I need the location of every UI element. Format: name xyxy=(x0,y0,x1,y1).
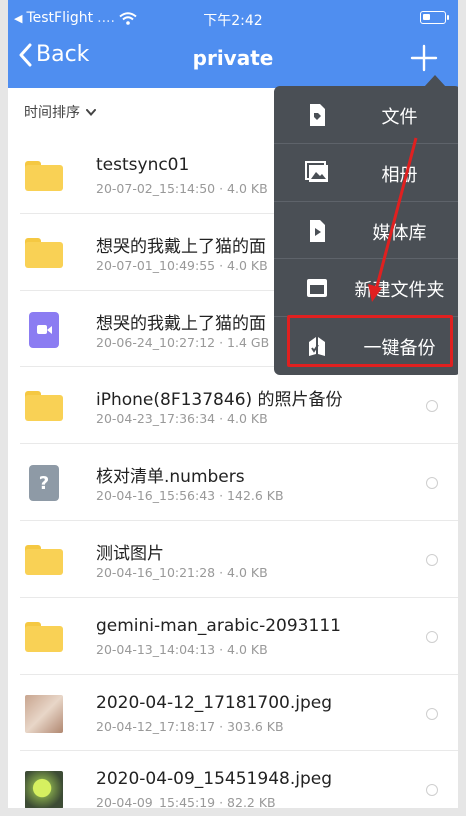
file-meta: 20-07-02_15:14:50 · 4.0 KB xyxy=(96,181,268,196)
file-name: testsync01 xyxy=(96,155,190,175)
file-name: 2020-04-09_15451948.jpeg xyxy=(96,769,332,790)
media-library-icon xyxy=(305,219,329,243)
file-row[interactable]: iPhone(8F137846) 的照片备份 20-04-23_17:36:34 … xyxy=(20,367,458,445)
file-row[interactable]: ? 核对清单.numbers 20-04-16_15:56:43 · 142.6 K… xyxy=(20,444,458,521)
screen-frame: ◀ TestFlight .... 下午2:42 Back private 时间… xyxy=(0,0,466,816)
unknown-file-icon: ? xyxy=(24,463,64,503)
select-radio[interactable] xyxy=(426,784,438,797)
file-tag-icon xyxy=(305,103,329,127)
menu-item-label: 相册 xyxy=(381,164,418,186)
sort-selector[interactable]: 时间排序 xyxy=(24,102,96,122)
new-folder-icon xyxy=(305,276,329,300)
file-meta: 20-04-16_15:56:43 · 142.6 KB xyxy=(96,488,284,504)
file-name: 想哭的我戴上了猫的面 xyxy=(96,236,266,257)
navigation-bar: Back private xyxy=(8,32,458,88)
folder-icon xyxy=(24,540,64,580)
photo-thumbnail xyxy=(24,694,64,734)
chevron-down-icon xyxy=(86,108,96,116)
file-meta: 20-04-09_15:45:19 · 82.2 KB xyxy=(96,795,276,811)
file-meta: 20-07-01_10:49:55 · 4.0 KB xyxy=(96,257,268,273)
header-bar: ◀ TestFlight .... 下午2:42 Back private xyxy=(8,0,458,88)
file-meta: 20-04-16_10:21:28 · 4.0 KB xyxy=(96,564,268,580)
menu-item-4[interactable]: 新建文件夹 xyxy=(274,259,458,318)
menu-item-2[interactable]: 相册 xyxy=(274,144,458,202)
select-radio[interactable] xyxy=(426,630,438,643)
select-radio[interactable] xyxy=(426,477,438,490)
file-name: 测试图片 xyxy=(96,543,164,564)
add-icon[interactable] xyxy=(410,44,438,72)
file-row[interactable]: 2020-04-12_17181700.jpeg 20-04-12_17:18:1… xyxy=(20,675,458,752)
battery-level xyxy=(423,14,430,20)
file-meta: 20-04-23_17:36:34 · 4.0 KB xyxy=(96,411,268,427)
file-name: gemini-man_arabic-2093111 xyxy=(96,615,341,636)
select-radio[interactable] xyxy=(426,400,438,413)
select-radio[interactable] xyxy=(426,553,438,566)
menu-item-label: 媒体库 xyxy=(372,222,427,244)
file-meta: 20-04-12_17:18:17 · 303.6 KB xyxy=(96,718,284,734)
sort-label: 时间排序 xyxy=(24,105,80,121)
file-name: 核对清单.numbers xyxy=(96,467,245,488)
folder-icon xyxy=(24,617,64,657)
menu-item-3[interactable]: 媒体库 xyxy=(274,202,458,260)
album-icon xyxy=(305,160,329,185)
menu-item-label: 新建文件夹 xyxy=(354,280,445,302)
folder-icon xyxy=(24,386,64,426)
status-bar: ◀ TestFlight .... 下午2:42 xyxy=(8,0,458,32)
file-name: iPhone(8F137846) 的照片备份 xyxy=(96,390,343,411)
file-name: 想哭的我戴上了猫的面 xyxy=(96,313,266,334)
folder-icon xyxy=(24,233,64,273)
status-time: 下午2:42 xyxy=(203,13,263,29)
file-name: 2020-04-12_17181700.jpeg xyxy=(96,692,332,713)
page-title: private xyxy=(192,46,274,70)
file-meta: 20-06-24_10:27:12 · 1.4 GB xyxy=(96,334,270,350)
menu-item-label: 文件 xyxy=(381,107,418,128)
folder-icon xyxy=(24,156,64,196)
menu-item-1[interactable]: 文件 xyxy=(274,86,458,144)
file-row[interactable]: gemini-man_arabic-2093111 20-04-13_14:04:… xyxy=(20,598,458,675)
file-row[interactable]: 测试图片 20-04-16_10:21:28 · 4.0 KB xyxy=(20,521,458,598)
video-file-icon xyxy=(24,310,64,350)
battery-icon xyxy=(420,11,449,24)
annotation-highlight-box xyxy=(287,315,453,367)
photo-thumbnail xyxy=(24,770,64,808)
select-radio[interactable] xyxy=(426,707,438,720)
file-row[interactable]: 2020-04-09_15451948.jpeg 20-04-09_15:45:1… xyxy=(20,751,458,811)
file-meta: 20-04-13_14:04:13 · 4.0 KB xyxy=(96,641,268,657)
